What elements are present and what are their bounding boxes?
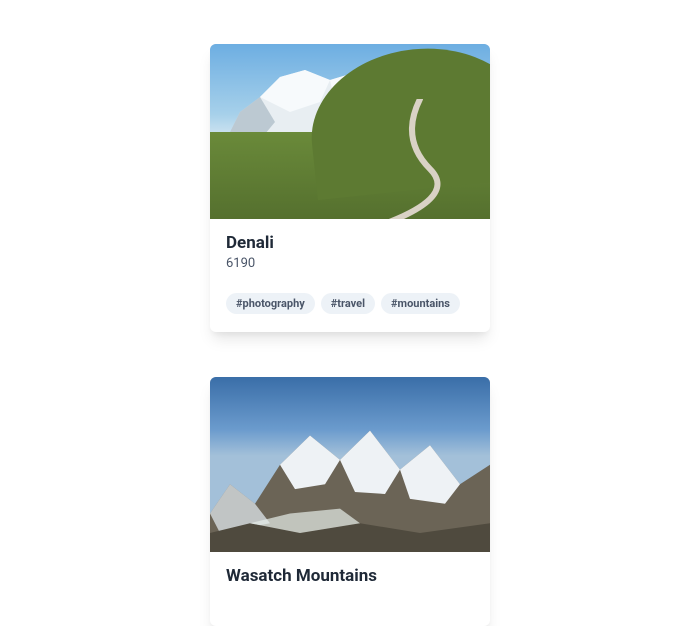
tag-travel[interactable]: #travel <box>321 293 375 314</box>
tag-mountains[interactable]: #mountains <box>381 293 460 314</box>
card-image <box>210 44 490 219</box>
card-wasatch[interactable]: Wasatch Mountains <box>210 377 490 626</box>
tag-photography[interactable]: #photography <box>226 293 315 314</box>
card-container: Denali 6190 #photography #travel #mounta… <box>210 0 490 626</box>
card-image <box>210 377 490 552</box>
tags-row: #photography #travel #mountains <box>226 293 474 314</box>
card-title: Denali <box>226 233 474 253</box>
card-title: Wasatch Mountains <box>226 566 474 586</box>
card-body: Denali 6190 #photography #travel #mounta… <box>210 219 490 332</box>
card-value: 6190 <box>226 256 474 271</box>
card-denali[interactable]: Denali 6190 #photography #travel #mounta… <box>210 44 490 332</box>
card-body: Wasatch Mountains <box>210 552 490 626</box>
